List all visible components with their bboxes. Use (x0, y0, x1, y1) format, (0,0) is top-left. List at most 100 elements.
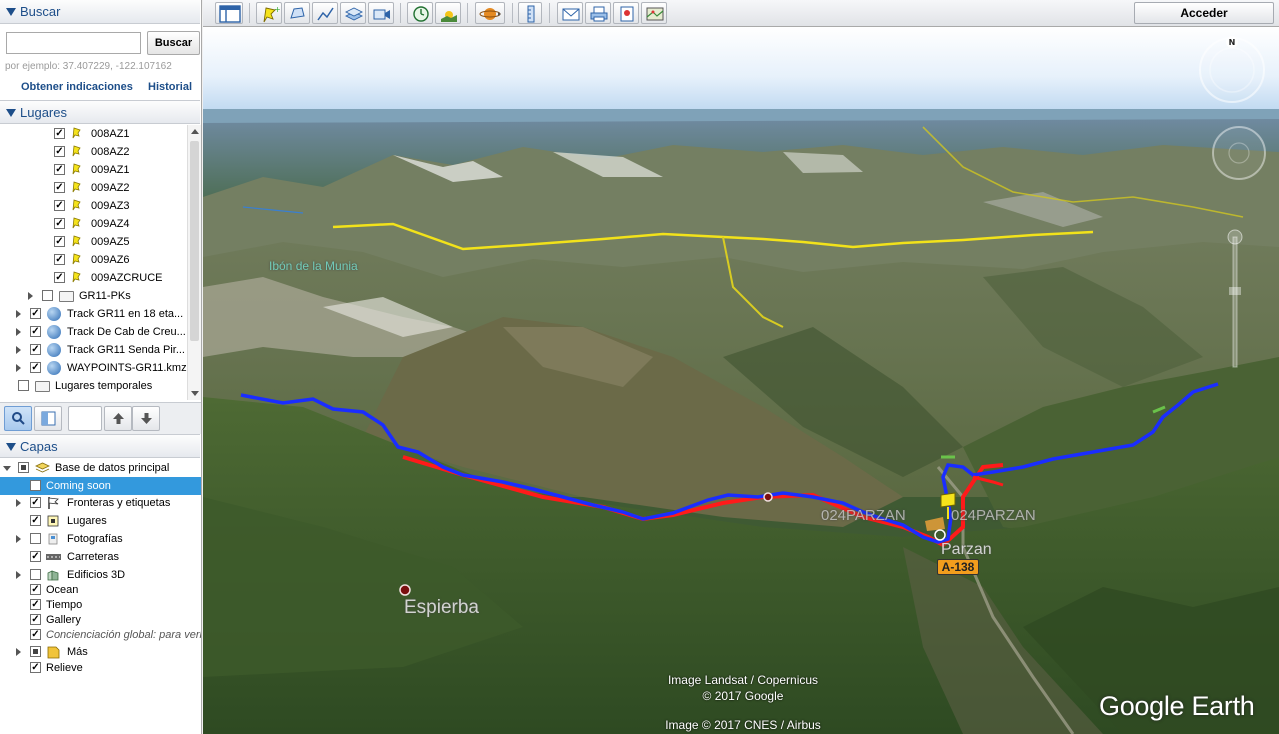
collapse-triangle-icon[interactable] (6, 109, 16, 117)
ruler-button[interactable] (518, 2, 542, 24)
checkbox[interactable]: ✓ (54, 146, 65, 157)
checkbox[interactable]: ✓ (30, 614, 41, 625)
collapse-triangle-icon[interactable] (6, 443, 16, 451)
scroll-down-arrow-icon[interactable] (191, 391, 199, 396)
earth-3d-view[interactable]: Ibón de la Munia 024PARZAN 024PARZAN Esp… (203, 27, 1279, 734)
checkbox[interactable]: ✓ (30, 497, 41, 508)
list-item[interactable]: ✓ 009AZ2 (0, 179, 187, 197)
checkbox[interactable] (18, 462, 29, 473)
checkbox[interactable] (30, 480, 41, 491)
checkbox[interactable]: ✓ (54, 272, 65, 283)
list-item[interactable]: ✓ Concienciación global: para verlo (0, 626, 201, 644)
add-image-overlay-button[interactable] (340, 2, 366, 24)
sidebar-toggle-button[interactable] (215, 2, 243, 24)
list-item[interactable]: ✓ Fronteras y etiquetas (0, 494, 201, 512)
sign-in-button[interactable]: Acceder (1134, 2, 1274, 24)
checkbox[interactable]: ✓ (30, 662, 41, 673)
expand-arrow-icon[interactable] (16, 364, 21, 372)
list-item[interactable]: ✓ 008AZ1 (0, 125, 187, 143)
search-input[interactable] (6, 32, 141, 54)
layers-panel-header[interactable]: Capas (0, 434, 200, 458)
list-item[interactable]: ✓ 009AZ4 (0, 215, 187, 233)
list-item[interactable]: ✓ 009AZ3 (0, 197, 187, 215)
list-item[interactable]: Coming soon (0, 477, 201, 495)
checkbox[interactable]: ✓ (54, 128, 65, 139)
list-item[interactable]: ✓ Lugares (0, 512, 201, 530)
move-up-button[interactable] (104, 406, 132, 431)
add-polygon-button[interactable] (284, 2, 310, 24)
checkbox[interactable]: ✓ (30, 308, 41, 319)
expand-arrow-icon[interactable] (16, 571, 21, 579)
checkbox[interactable]: ✓ (54, 218, 65, 229)
view-in-maps-button[interactable] (641, 2, 667, 24)
list-item[interactable]: ✓ Carreteras (0, 548, 201, 566)
search-panel-title: Buscar (20, 4, 61, 19)
checkbox[interactable]: ✓ (54, 164, 65, 175)
checkbox[interactable] (42, 290, 53, 301)
list-item[interactable]: Lugares temporales (0, 377, 187, 395)
list-item[interactable]: ✓ 008AZ2 (0, 143, 187, 161)
expand-arrow-icon[interactable] (16, 310, 21, 318)
list-item[interactable]: ✓ 009AZCRUCE (0, 269, 187, 287)
record-tour-button[interactable] (368, 2, 394, 24)
list-item[interactable]: ✓ 009AZ1 (0, 161, 187, 179)
scroll-thumb[interactable] (190, 141, 199, 341)
add-placemark-button[interactable]: + (256, 2, 282, 24)
checkbox[interactable]: ✓ (30, 515, 41, 526)
expand-arrow-icon[interactable] (16, 328, 21, 336)
checkbox[interactable] (18, 380, 29, 391)
toggle-panel-button[interactable] (34, 406, 62, 431)
checkbox[interactable]: ✓ (54, 254, 65, 265)
expand-arrow-icon[interactable] (16, 535, 21, 543)
expand-arrow-icon[interactable] (28, 292, 33, 300)
checkbox[interactable]: ✓ (30, 599, 41, 610)
list-item[interactable]: ✓ Relieve (0, 659, 201, 677)
expand-arrow-icon[interactable] (3, 466, 11, 471)
list-item[interactable]: ✓ 009AZ5 (0, 233, 187, 251)
checkbox[interactable]: ✓ (54, 200, 65, 211)
move-down-button[interactable] (132, 406, 160, 431)
print-button[interactable] (585, 2, 611, 24)
get-directions-link[interactable]: Obtener indicaciones (21, 81, 133, 93)
expand-arrow-icon[interactable] (16, 648, 21, 656)
places-panel-header[interactable]: Lugares (0, 100, 200, 124)
scroll-up-arrow-icon[interactable] (191, 129, 199, 134)
checkbox[interactable]: ✓ (30, 326, 41, 337)
list-item[interactable]: Base de datos principal (0, 459, 201, 477)
checkbox[interactable]: ✓ (54, 182, 65, 193)
checkbox[interactable] (30, 569, 41, 580)
list-item[interactable]: ✓ 009AZ6 (0, 251, 187, 269)
email-button[interactable] (557, 2, 583, 24)
checkbox[interactable]: ✓ (54, 236, 65, 247)
list-item[interactable]: ✓ Track GR11 Senda Pir... (0, 341, 187, 359)
checkbox[interactable]: ✓ (30, 629, 41, 640)
search-places-button[interactable] (4, 406, 32, 431)
list-item[interactable]: ✓ WAYPOINTS-GR11.kmz (0, 359, 187, 377)
planets-button[interactable] (475, 2, 505, 24)
sunlight-button[interactable] (435, 2, 461, 24)
list-item[interactable]: Fotografías (0, 530, 201, 548)
list-item[interactable]: GR11-PKs (0, 287, 187, 305)
expand-arrow-icon[interactable] (16, 346, 21, 354)
zoom-slider[interactable] (1227, 227, 1243, 377)
search-panel-header[interactable]: Buscar (0, 0, 200, 24)
checkbox[interactable]: ✓ (30, 362, 41, 373)
history-link[interactable]: Historial (148, 81, 192, 93)
checkbox[interactable]: ✓ (30, 584, 41, 595)
expand-arrow-icon[interactable] (16, 499, 21, 507)
checkbox[interactable] (30, 646, 41, 657)
collapse-triangle-icon[interactable] (6, 8, 16, 16)
compass-ring[interactable]: N (1197, 35, 1267, 105)
historical-imagery-button[interactable] (407, 2, 433, 24)
svg-text:+: + (274, 5, 280, 14)
list-item[interactable]: ✓ Track GR11 en 18 eta... (0, 305, 187, 323)
look-joystick[interactable] (1209, 123, 1269, 183)
save-image-button[interactable] (613, 2, 639, 24)
checkbox[interactable]: ✓ (30, 344, 41, 355)
checkbox[interactable]: ✓ (30, 551, 41, 562)
checkbox[interactable] (30, 533, 41, 544)
add-path-button[interactable] (312, 2, 338, 24)
list-item[interactable]: ✓ Track De Cab de Creu... (0, 323, 187, 341)
search-button[interactable]: Buscar (147, 31, 200, 55)
places-scrollbar[interactable] (187, 125, 201, 400)
